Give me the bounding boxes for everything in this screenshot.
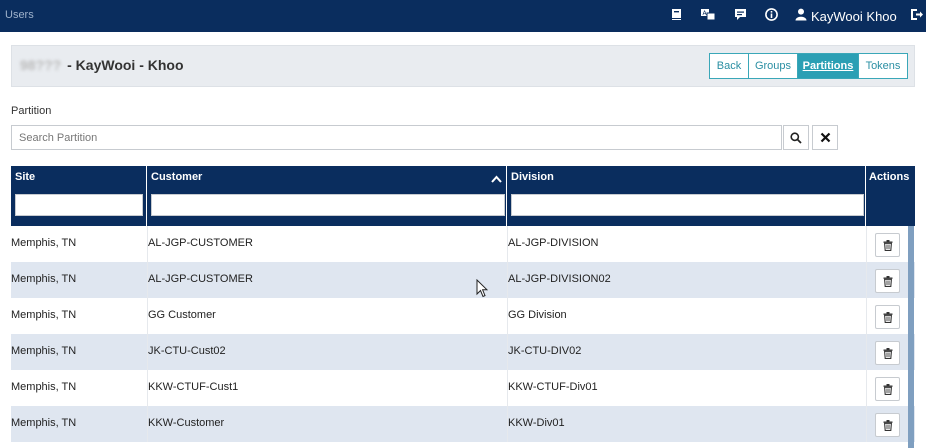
site-cell: Memphis, TN [11, 309, 77, 321]
partition-label: Partition [11, 105, 52, 117]
site-cell: Memphis, TN [11, 237, 77, 249]
column-divider [866, 334, 867, 370]
tokens-button[interactable]: Tokens [858, 53, 908, 79]
division-cell: JK-CTU-DIV02 [508, 345, 582, 357]
division-cell: AL-JGP-DIVISION [508, 237, 599, 249]
customer-cell: JK-CTU-Cust02 [148, 345, 226, 357]
groups-button[interactable]: Groups [748, 53, 798, 79]
customer-cell: GG Customer [148, 309, 216, 321]
column-divider [866, 262, 867, 298]
user-name[interactable]: KayWooi Khoo [811, 9, 897, 24]
clear-search-button[interactable] [812, 125, 838, 150]
page-title: 98??? - KayWooi - Khoo [20, 57, 184, 73]
column-label-site: Site [15, 171, 36, 183]
column-header-actions: Actions [866, 166, 915, 226]
division-cell: GG Division [508, 309, 567, 321]
division-cell: KKW-CTUF-Div01 [508, 381, 598, 393]
delete-button[interactable] [875, 233, 900, 257]
translate-icon[interactable]: A [701, 8, 716, 22]
delete-button[interactable] [875, 377, 900, 401]
division-cell: KKW-Div01 [508, 417, 565, 429]
column-divider [866, 298, 867, 334]
trash-icon [883, 419, 892, 431]
division-cell: AL-JGP-DIVISION02 [508, 273, 611, 285]
mouse-cursor-icon [476, 278, 489, 301]
column-header-division[interactable]: Division [507, 166, 866, 226]
header-button-group: Back Groups Partitions Tokens [709, 53, 908, 79]
delete-button[interactable] [875, 341, 900, 365]
column-divider [866, 370, 867, 406]
customer-cell: KKW-Customer [148, 417, 225, 429]
site-cell: Memphis, TN [11, 381, 77, 393]
table-row[interactable]: Memphis, TN AL-JGP-CUSTOMER AL-JGP-DIVISIO… [11, 262, 915, 298]
table-scrollbar[interactable] [908, 226, 914, 448]
page-title-text: - KayWooi - Khoo [67, 57, 184, 73]
user-icon [795, 8, 809, 22]
app-title[interactable]: Users [5, 9, 34, 21]
site-cell: Memphis, TN [11, 417, 77, 429]
delete-button[interactable] [875, 269, 900, 293]
message-icon[interactable] [734, 8, 748, 22]
customer-cell: AL-JGP-CUSTOMER [148, 237, 253, 249]
book-icon[interactable] [670, 8, 684, 22]
site-cell: Memphis, TN [11, 345, 77, 357]
trash-icon [883, 383, 892, 395]
sort-ascending-icon[interactable] [491, 172, 502, 186]
trash-icon [883, 239, 892, 251]
top-navbar: Users A KayWooi Khoo [0, 0, 926, 32]
customer-cell: KKW-CTUF-Cust1 [148, 381, 239, 393]
table-row[interactable]: Memphis, TN KKW-Customer KKW-Div01 [11, 406, 915, 442]
column-label-actions: Actions [869, 171, 910, 183]
site-cell: Memphis, TN [11, 273, 77, 285]
table-header: Site Customer Division Actions [11, 166, 915, 226]
partitions-button[interactable]: Partitions [797, 53, 859, 79]
search-partition-input[interactable] [11, 125, 782, 150]
delete-button[interactable] [875, 305, 900, 329]
search-button[interactable] [783, 125, 809, 150]
column-divider [866, 406, 867, 442]
table-row[interactable]: Memphis, TN JK-CTU-Cust02 JK-CTU-DIV02 [11, 334, 915, 370]
trash-icon [883, 347, 892, 359]
table-row[interactable]: Memphis, TN GG Customer GG Division [11, 298, 915, 334]
division-filter-input[interactable] [511, 194, 864, 216]
site-filter-input[interactable] [15, 194, 143, 216]
column-label-customer: Customer [151, 171, 203, 183]
customer-filter-input[interactable] [151, 194, 505, 216]
search-icon [790, 131, 802, 144]
user-header-panel: 98??? - KayWooi - Khoo Back Groups Parti… [11, 45, 915, 87]
column-label-division: Division [511, 171, 554, 183]
obscured-user-id: 98??? [20, 57, 62, 73]
table-row[interactable]: Memphis, TN KKW-CTUF-Cust1 KKW-CTUF-Div01 [11, 370, 915, 406]
table-row[interactable]: Memphis, TN AL-JGP-CUSTOMER AL-JGP-DIVISIO… [11, 226, 915, 262]
column-divider [866, 226, 867, 262]
back-button[interactable]: Back [709, 53, 749, 79]
info-icon[interactable] [765, 8, 779, 22]
trash-icon [883, 311, 892, 323]
column-header-customer[interactable]: Customer [147, 166, 507, 226]
logout-icon[interactable] [910, 8, 924, 22]
customer-cell: AL-JGP-CUSTOMER [148, 273, 253, 285]
close-icon [820, 132, 830, 143]
delete-button[interactable] [875, 413, 900, 437]
trash-icon [883, 275, 892, 287]
column-header-site[interactable]: Site [11, 166, 147, 226]
